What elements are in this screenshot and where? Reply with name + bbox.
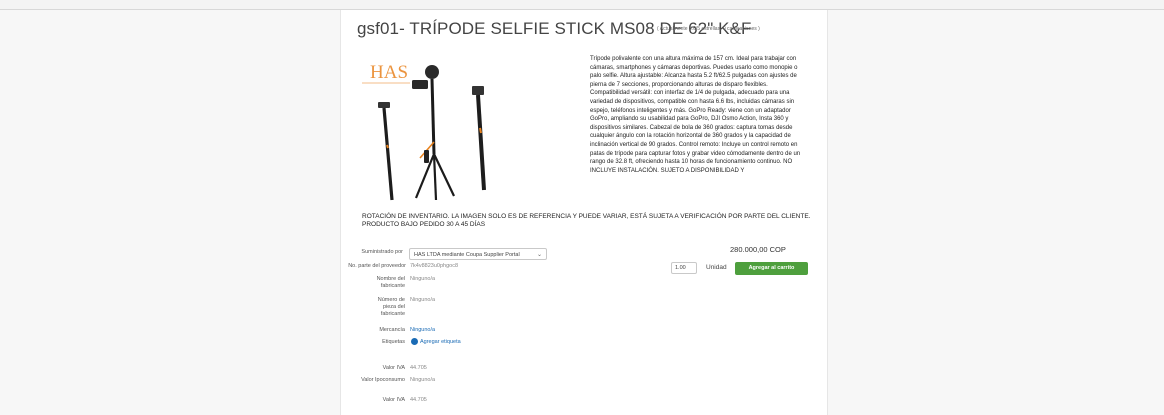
part-number-value: 7k4v8823u0phgoc8: [410, 263, 459, 269]
brand-label: Mercancía: [379, 327, 405, 333]
tag-icon[interactable]: [411, 338, 418, 345]
ipoconsumo-value: Ninguno/a: [410, 377, 436, 383]
manufacturer-value: Ninguno/a: [410, 276, 436, 282]
mfr-part-value: Ninguno/a: [410, 297, 436, 303]
manufacturer-label: Nombre del fabricante: [376, 276, 405, 289]
tags-label: Etiquetas: [382, 339, 405, 345]
chevron-down-icon: ⌄: [536, 252, 542, 258]
rating-text: ( Actualmente 0.0/5 estrellas. 0 calific…: [657, 26, 760, 32]
product-notice: ROTACIÓN DE INVENTARIO. LA IMAGEN SOLO E…: [362, 213, 811, 229]
iva-value: 44.705: [410, 365, 427, 371]
selfie-stick-right: [472, 86, 486, 191]
iva2-label: Valor IVA: [382, 397, 405, 403]
has-logo: HAS: [362, 62, 410, 84]
supplier-label: Suministrado por: [361, 249, 403, 255]
add-tag-link[interactable]: Agregar etiqueta: [420, 339, 461, 345]
tripod-center: [412, 65, 455, 201]
quantity-input[interactable]: 1.00: [671, 262, 697, 274]
unit-label: Unidad: [706, 264, 727, 271]
product-image[interactable]: HAS: [356, 50, 544, 214]
mfr-part-label: Número de pieza del fabricante: [377, 297, 405, 317]
iva2-value: 44.705: [410, 397, 427, 403]
supplier-select[interactable]: HAS LTDA mediante Coupa Supplier Portal …: [409, 248, 547, 260]
brand-value[interactable]: Ninguno/a: [410, 327, 435, 333]
ipoconsumo-label: Valor Ipoconsumo: [361, 377, 405, 383]
part-number-label: No. parte del proveedor: [348, 263, 406, 269]
left-gutter: [0, 10, 340, 415]
right-gutter: [826, 10, 1164, 415]
selfie-stick-left: [378, 102, 394, 201]
svg-text:HAS: HAS: [370, 62, 408, 83]
iva-label: Valor IVA: [382, 365, 405, 371]
product-description: Trípode polivalente con una altura máxim…: [590, 56, 801, 174]
add-to-cart-button[interactable]: Agregar al carrito: [735, 262, 808, 275]
product-price: 280.000,00 COP: [730, 245, 786, 254]
supplier-value: HAS LTDA mediante Coupa Supplier Portal: [414, 252, 520, 258]
